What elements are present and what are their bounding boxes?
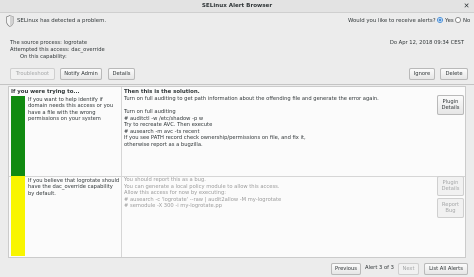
window-title: SELinux Alert Browser	[201, 3, 273, 9]
solution-line: # semodule -X 300 -i my-logrotate.pp	[124, 203, 222, 209]
detected-message: SELinux has detected a problem.	[17, 18, 107, 24]
no-radio[interactable]	[455, 17, 461, 23]
alert-date: Do Apr 12, 2018 09:34 CEST	[389, 40, 464, 46]
alert-position: Alert 3 of 3	[365, 265, 394, 271]
column-header-solution: Then this is the solution.	[124, 89, 200, 95]
solutions-table: If you were trying to... Then this is th…	[8, 86, 466, 258]
header-divider	[0, 84, 474, 85]
ignore-button[interactable]: Ignore	[409, 68, 435, 80]
selinux-shield-icon	[6, 15, 14, 27]
notify-admin-button[interactable]: Notify Admin	[60, 68, 102, 80]
source-process: The source process: logrotate	[10, 40, 88, 46]
next-button[interactable]: Next	[398, 263, 419, 275]
row1-condition: If you want to help identify if domain n…	[28, 97, 114, 122]
attempted-access: Attempted this access: dac_override	[10, 47, 105, 53]
severity-bar-yellow	[11, 176, 25, 256]
alert-header: SELinux has detected a problem. Would yo…	[0, 13, 474, 85]
column-separator	[121, 87, 122, 257]
previous-button[interactable]: Previous	[331, 263, 361, 275]
troubleshoot-button[interactable]: Troubleshoot	[10, 68, 55, 80]
column-header-trying: If you were trying to...	[11, 89, 80, 95]
row1-solution: Turn on full auditing to get path inform…	[124, 96, 442, 148]
details-button[interactable]: Details	[108, 68, 135, 80]
row2-solution: You should report this as a bug. You can…	[124, 177, 442, 210]
row1-plugin-details-button[interactable]: Plugin Details	[437, 95, 464, 115]
title-bar: SELinux Alert Browser ✕	[0, 0, 474, 13]
severity-bar-green	[11, 96, 25, 177]
receive-alerts-question: Would you like to receive alerts?	[348, 18, 436, 24]
close-icon[interactable]: ✕	[462, 2, 471, 11]
capability-line: On this capability:	[20, 54, 67, 60]
list-all-alerts-button[interactable]: List All Alerts	[424, 263, 468, 275]
no-radio-label: No	[463, 18, 471, 24]
delete-button[interactable]: Delete	[440, 68, 468, 80]
row2-report-bug-button[interactable]: Report Bug	[437, 198, 464, 218]
yes-radio-label: Yes	[445, 18, 454, 24]
solution-line: otherwise report as a bugzilla.	[124, 141, 203, 148]
row2-plugin-details-button[interactable]: Plugin Details	[437, 176, 464, 196]
yes-radio[interactable]	[437, 17, 443, 23]
row2-condition: If you believe that logrotate should hav…	[28, 178, 120, 197]
